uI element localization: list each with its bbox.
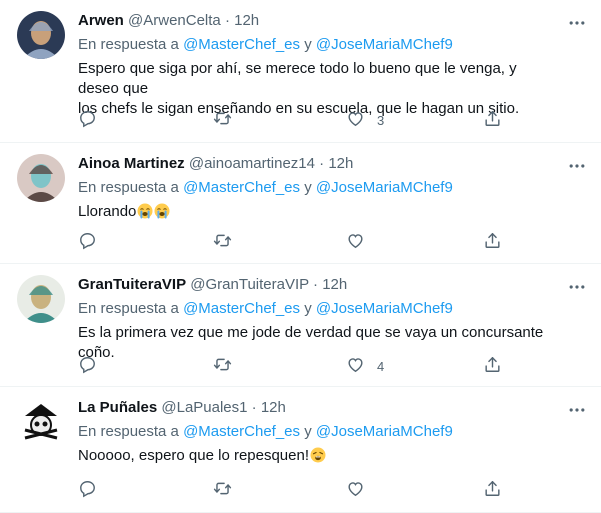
reply-button[interactable]: [78, 480, 97, 500]
reply-icon: [78, 109, 97, 131]
mention-link[interactable]: @JoseMariaMChef9: [316, 300, 453, 317]
retweet-icon: [213, 479, 232, 501]
tweet-timestamp[interactable]: 12h: [261, 399, 286, 416]
replying-to: En respuesta a @MasterChef_es y @JoseMar…: [78, 299, 561, 319]
like-count: 4: [377, 358, 385, 374]
reply-prefix: En respuesta a: [78, 36, 179, 53]
replying-to: En respuesta a @MasterChef_es y @JoseMar…: [78, 35, 561, 55]
separator-dot: ·: [315, 155, 329, 172]
reply-icon: [78, 355, 97, 377]
like-button[interactable]: [346, 232, 377, 252]
reply-prefix: En respuesta a: [78, 300, 179, 317]
avatar[interactable]: [17, 11, 65, 59]
reply-button[interactable]: [78, 232, 97, 252]
share-button[interactable]: [483, 110, 502, 130]
mention-link[interactable]: @MasterChef_es: [183, 423, 300, 440]
share-button[interactable]: [483, 356, 502, 376]
more-options-icon[interactable]: [567, 400, 587, 420]
mention-link[interactable]: @MasterChef_es: [183, 179, 300, 196]
separator-dot: ·: [308, 276, 323, 293]
tweet-timestamp[interactable]: 12h: [234, 12, 259, 29]
reply-button[interactable]: [78, 356, 97, 376]
like-button[interactable]: 3: [346, 110, 384, 130]
reply-prefix: En respuesta a: [78, 179, 179, 196]
mention-link[interactable]: @JoseMariaMChef9: [316, 423, 453, 440]
tweet-actions: [78, 232, 508, 252]
more-options-icon[interactable]: [567, 277, 587, 297]
replying-to: En respuesta a @MasterChef_es y @JoseMar…: [78, 178, 561, 198]
reply-conjunction: y: [304, 300, 312, 317]
tweet-actions: [78, 480, 508, 500]
separator-dot: ·: [220, 12, 235, 29]
reply-conjunction: y: [304, 36, 312, 53]
tweet[interactable]: GranTuiteraVIP @GranTuiteraVIP · 12h En r…: [0, 264, 601, 387]
reply-icon: [78, 231, 97, 253]
mention-link[interactable]: @JoseMariaMChef9: [316, 36, 453, 53]
retweet-button[interactable]: [213, 480, 232, 500]
like-count: 3: [377, 112, 385, 128]
tweet-timestamp[interactable]: 12h: [322, 276, 347, 293]
author-name[interactable]: Arwen: [78, 12, 124, 29]
weary-face-emoji: [310, 447, 326, 463]
heart-icon: [346, 355, 365, 377]
separator-dot: ·: [247, 399, 261, 416]
retweet-button[interactable]: [213, 356, 232, 376]
retweet-icon: [213, 231, 232, 253]
retweet-icon: [213, 355, 232, 377]
reply-conjunction: y: [304, 179, 312, 196]
like-button[interactable]: 4: [346, 356, 384, 376]
share-icon: [483, 355, 502, 377]
loudly-crying-face-emoji: [154, 203, 170, 219]
avatar[interactable]: [17, 275, 65, 323]
tweet-actions: 3: [78, 110, 508, 130]
tweet[interactable]: La Puñales @LaPuales1 · 12h En respuesta …: [0, 387, 601, 513]
author-handle[interactable]: @ainoamartinez14: [189, 155, 315, 172]
avatar[interactable]: [17, 398, 65, 446]
tweet[interactable]: Arwen @ArwenCelta · 12h En respuesta a @M…: [0, 0, 601, 143]
retweet-button[interactable]: [213, 232, 232, 252]
share-button[interactable]: [483, 232, 502, 252]
share-button[interactable]: [483, 480, 502, 500]
author-handle[interactable]: @LaPuales1: [161, 399, 247, 416]
retweet-icon: [213, 109, 232, 131]
reply-conjunction: y: [304, 423, 312, 440]
author-handle[interactable]: @ArwenCelta: [128, 12, 221, 29]
heart-icon: [346, 479, 365, 501]
retweet-button[interactable]: [213, 110, 232, 130]
heart-icon: [346, 109, 365, 131]
like-button[interactable]: [346, 480, 377, 500]
tweet-text-line: Espero que siga por ahí, se merece todo …: [78, 60, 517, 97]
tweet-timestamp[interactable]: 12h: [328, 155, 353, 172]
tweet[interactable]: Ainoa Martinez @ainoamartinez14 · 12h En …: [0, 143, 601, 264]
author-name[interactable]: Ainoa Martinez: [78, 155, 185, 172]
reply-button[interactable]: [78, 110, 97, 130]
avatar[interactable]: [17, 154, 65, 202]
share-icon: [483, 231, 502, 253]
tweet-text: Nooooo, espero que lo repesquen!: [78, 446, 561, 466]
loudly-crying-face-emoji: [137, 203, 153, 219]
more-options-icon[interactable]: [567, 13, 587, 33]
mention-link[interactable]: @MasterChef_es: [183, 300, 300, 317]
author-name[interactable]: GranTuiteraVIP: [78, 276, 186, 293]
tweet-text-line: Nooooo, espero que lo repesquen!: [78, 447, 310, 464]
author-name[interactable]: La Puñales: [78, 399, 157, 416]
reply-prefix: En respuesta a: [78, 423, 179, 440]
tweet-text: Llorando: [78, 202, 561, 222]
mention-link[interactable]: @JoseMariaMChef9: [316, 179, 453, 196]
heart-icon: [346, 231, 365, 253]
mention-link[interactable]: @MasterChef_es: [183, 36, 300, 53]
tweet-actions: 4: [78, 356, 508, 376]
author-handle[interactable]: @GranTuiteraVIP: [190, 276, 309, 293]
replying-to: En respuesta a @MasterChef_es y @JoseMar…: [78, 422, 561, 442]
share-icon: [483, 479, 502, 501]
share-icon: [483, 109, 502, 131]
reply-icon: [78, 479, 97, 501]
more-options-icon[interactable]: [567, 156, 587, 176]
tweet-text-line: Llorando: [78, 203, 137, 220]
